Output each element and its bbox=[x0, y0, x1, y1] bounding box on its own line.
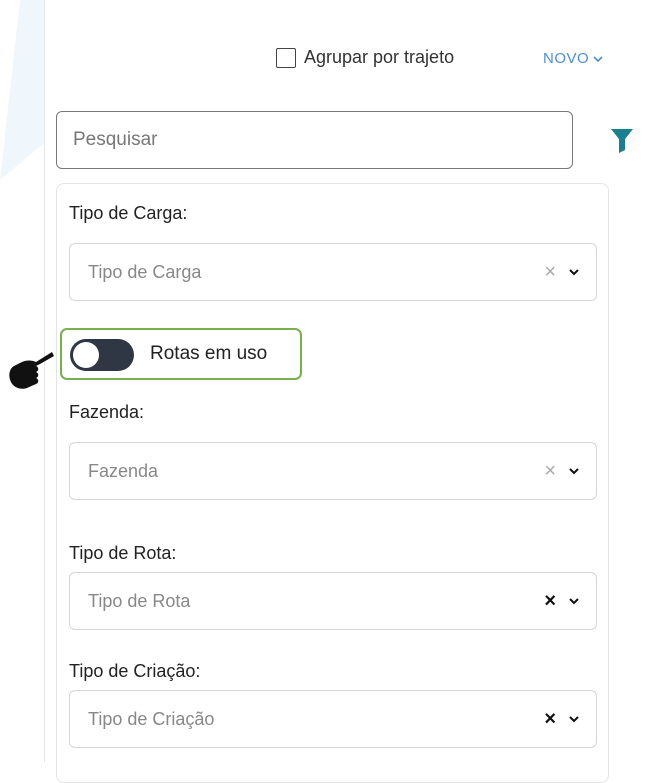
search-input[interactable] bbox=[71, 128, 558, 152]
search-field[interactable] bbox=[56, 111, 573, 169]
x-icon[interactable]: × bbox=[544, 591, 556, 611]
group-by-route-label: Agrupar por trajeto bbox=[304, 47, 455, 67]
farm-placeholder: Fazenda bbox=[88, 460, 159, 481]
route-type-label: Tipo de Rota: bbox=[69, 543, 177, 563]
chevron-down-icon[interactable] bbox=[568, 595, 580, 607]
chevron-down-icon[interactable] bbox=[568, 266, 580, 278]
chevron-down-icon[interactable] bbox=[568, 713, 580, 725]
farm-select[interactable]: Fazenda × bbox=[69, 442, 597, 500]
route-type-placeholder: Tipo de Rota bbox=[88, 590, 191, 611]
x-icon[interactable]: × bbox=[544, 709, 556, 729]
creation-type-select[interactable]: Tipo de Criação × bbox=[69, 690, 597, 748]
new-button[interactable]: NOVO bbox=[543, 50, 603, 67]
farm-label: Fazenda: bbox=[69, 402, 145, 422]
routes-in-use-toggle[interactable] bbox=[70, 339, 134, 371]
chevron-down-icon[interactable] bbox=[568, 465, 580, 477]
new-button-label: NOVO bbox=[543, 50, 590, 67]
routes-in-use-label: Rotas em uso bbox=[150, 343, 268, 364]
funnel-icon[interactable] bbox=[610, 128, 634, 154]
x-icon[interactable]: × bbox=[544, 262, 556, 282]
group-by-route-control: Agrupar por trajeto bbox=[276, 47, 454, 68]
chevron-down-icon bbox=[593, 55, 603, 62]
pointing-hand-icon bbox=[9, 352, 54, 389]
group-by-route-checkbox[interactable] bbox=[276, 47, 296, 68]
creation-type-placeholder: Tipo de Criação bbox=[88, 708, 215, 729]
creation-type-label: Tipo de Criação: bbox=[69, 661, 201, 681]
load-type-select[interactable]: Tipo de Carga × bbox=[69, 243, 597, 301]
route-type-select[interactable]: Tipo de Rota × bbox=[69, 572, 597, 630]
load-type-placeholder: Tipo de Carga bbox=[88, 261, 202, 282]
load-type-label: Tipo de Carga: bbox=[69, 203, 188, 223]
x-icon[interactable]: × bbox=[544, 461, 556, 481]
toggle-knob bbox=[73, 342, 99, 368]
